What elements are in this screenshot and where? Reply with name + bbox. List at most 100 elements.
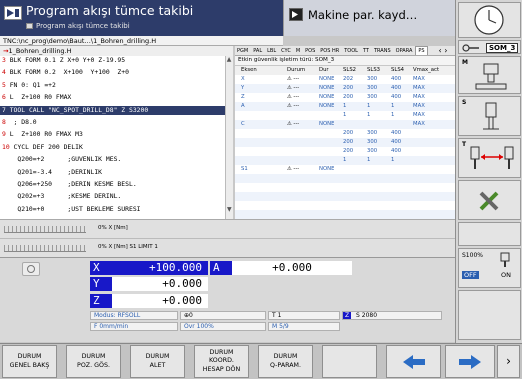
table-row[interactable] xyxy=(235,174,455,183)
table-header-row: Eksen Durum Dur SLS2 SLS3 SLS4 Vmax_act xyxy=(235,66,455,75)
table-row[interactable]: X ⚠ --- NONE 202 300 400 MAX xyxy=(235,75,455,84)
tab-nav-arrows-icon[interactable]: ‹ › xyxy=(432,46,454,56)
tab-ps[interactable]: PS xyxy=(415,46,428,55)
override-button[interactable]: S100% OFF ON xyxy=(458,248,521,288)
program-line[interactable]: 4 BLK FORM 0.2 X+100 Y+100 Z+0 xyxy=(0,68,232,77)
tab-opara[interactable]: OPARA xyxy=(394,47,415,55)
table-row[interactable]: 200 300 400 xyxy=(235,138,455,147)
tab-m[interactable]: M xyxy=(294,47,302,55)
tab-tt[interactable]: TT xyxy=(361,47,371,55)
tool-holder-icon xyxy=(483,102,499,130)
line-text: ; D8.0 xyxy=(5,118,37,126)
softkey-label-3: DURUM ALET xyxy=(145,353,170,369)
program-line[interactable]: 9 L Z+100 R0 FMAX M3 xyxy=(0,130,232,139)
softkey-forward[interactable] xyxy=(445,345,495,378)
program-line[interactable]: 3 BLK FORM 0.1 Z X+0 Y+0 Z-19.95 xyxy=(0,56,232,65)
t-label: T xyxy=(462,141,467,148)
mode-small-icon xyxy=(26,23,33,29)
s-function-button[interactable]: S xyxy=(458,96,521,136)
softkey-status-qparam[interactable]: DURUM Q-PARAM. xyxy=(258,345,313,378)
som-label: SOM_3 xyxy=(486,43,519,53)
table-cell: ⚠ --- xyxy=(287,103,300,109)
program-path: TNC:\nc_prog\demo\Baut…\1_Bohren_drillin… xyxy=(0,36,283,46)
tab-pgm[interactable]: PGM xyxy=(235,47,250,55)
table-cell: 400 xyxy=(391,85,402,91)
table-cell: ⚠ --- xyxy=(287,85,300,91)
s100-label: S100% xyxy=(462,252,483,259)
program-line[interactable]: 10 CYCL DEF 200 DELIK xyxy=(0,143,232,152)
softkey-status-overview[interactable]: DURUM GENEL BAKŞ xyxy=(2,345,57,378)
wrench-icon xyxy=(479,191,499,211)
override-status: Ovr 100% xyxy=(180,322,266,331)
tab-cyc[interactable]: CYC xyxy=(279,47,293,55)
table-cell: 1 xyxy=(391,157,395,163)
off-toggle[interactable]: OFF xyxy=(462,271,479,279)
table-cell: A xyxy=(241,103,245,109)
program-line[interactable]: 5 FN 0: Q1 =+2 xyxy=(0,81,232,90)
softkey-status-coord-transform[interactable]: DURUM KOORD. HESAP DÖN xyxy=(194,345,249,378)
softkey-next-row[interactable]: › xyxy=(497,345,520,378)
som-button[interactable]: SOM_3 xyxy=(458,40,521,54)
program-line[interactable]: 7 TOOL CALL "NC_SPOT_DRILL_D8" Z S3200 xyxy=(0,105,232,115)
program-line[interactable]: 8 ; D8.0 xyxy=(0,118,232,127)
program-scrollbar[interactable]: ▼ xyxy=(225,56,233,219)
tab-pal[interactable]: PAL xyxy=(251,47,264,55)
tab-pos-hr[interactable]: POS HR xyxy=(318,47,341,55)
tab-lbl[interactable]: LBL xyxy=(265,47,278,55)
table-row[interactable]: 1 1 1 xyxy=(235,156,455,165)
table-row[interactable]: 200 300 400 xyxy=(235,129,455,138)
table-row[interactable]: 1 1 1 MAX xyxy=(235,111,455,120)
program-line[interactable]: Q202=+3 ;KESME DERINL. xyxy=(0,192,232,201)
tab-tool[interactable]: TOOL xyxy=(342,47,360,55)
table-row[interactable]: A ⚠ --- NONE 1 1 1 MAX xyxy=(235,102,455,111)
program-line[interactable]: Q201=-3.4 ;DERINLIK xyxy=(0,168,232,177)
table-cell: 1 xyxy=(343,103,347,109)
table-row[interactable]: Y ⚠ --- NONE 200 300 400 MAX xyxy=(235,84,455,93)
machine-mode-header[interactable]: Makine par. kayd… xyxy=(283,0,455,36)
load-ruler-1 xyxy=(4,226,86,233)
m-function-button[interactable]: M xyxy=(458,56,521,94)
program-listing[interactable]: 3 BLK FORM 0.1 Z X+0 Y+0 Z-19.95 4 BLK FO… xyxy=(0,56,233,219)
line-text: Q210=+0 ;UST BEKLEME SURESI xyxy=(2,204,141,213)
program-line[interactable]: 6 L Z+100 R0 FMAX xyxy=(0,93,232,102)
table-cell: MAX xyxy=(413,94,425,100)
softkey-status-tool[interactable]: DURUM ALET xyxy=(130,345,185,378)
empty-softkey-1[interactable] xyxy=(458,222,521,246)
operating-mode-icon xyxy=(4,6,22,20)
t-function-button[interactable]: T xyxy=(458,138,521,178)
table-row[interactable]: Z ⚠ --- NONE 200 300 400 MAX xyxy=(235,93,455,102)
program-line[interactable]: Q210=+0 ;UST BEKLEME SURESI xyxy=(0,204,232,214)
softkey-empty[interactable] xyxy=(322,345,377,378)
table-row[interactable]: C ⚠ --- NONE MAX xyxy=(235,120,455,129)
table-cell: 200 xyxy=(343,94,354,100)
program-line[interactable]: Q206=+250 ;DERIN KESME BESL. xyxy=(0,180,232,189)
softkey-status-position[interactable]: DURUM POZ. GÖS. xyxy=(66,345,121,378)
tool-change-icon xyxy=(470,146,514,169)
refresh-icon xyxy=(27,265,35,273)
table-row[interactable] xyxy=(235,201,455,210)
clock-button[interactable] xyxy=(458,2,521,38)
on-toggle[interactable]: ON xyxy=(501,271,511,279)
table-cell: 1 xyxy=(367,112,371,118)
scroll-up-icon[interactable]: ▲ xyxy=(225,56,233,66)
table-row[interactable] xyxy=(235,192,455,201)
tools-button[interactable] xyxy=(458,180,521,220)
m-status: M 5/9 xyxy=(268,322,340,331)
table-cell: ⚠ --- xyxy=(287,76,300,82)
softkey-label-4: DURUM KOORD. HESAP DÖN xyxy=(202,348,241,373)
spindle-override-icon xyxy=(500,252,510,267)
table-row[interactable] xyxy=(235,183,455,192)
table-cell: NONE xyxy=(319,103,335,109)
table-row[interactable]: 200 300 400 xyxy=(235,147,455,156)
axis-value-a: +0.000 xyxy=(232,261,352,275)
table-cell: 300 xyxy=(367,139,378,145)
program-line[interactable]: Q200=+2 ;GUVENLIK MES. xyxy=(0,155,232,164)
table-row[interactable]: S1 ⚠ --- NONE xyxy=(235,165,455,174)
tab-trans[interactable]: TRANS xyxy=(372,47,393,55)
table-cell: MAX xyxy=(413,85,425,91)
table-row[interactable] xyxy=(235,210,455,219)
softkey-back[interactable] xyxy=(386,345,441,378)
position-mode-button[interactable] xyxy=(22,262,40,276)
tab-pos[interactable]: POS xyxy=(303,47,317,55)
empty-softkey-2[interactable] xyxy=(458,290,521,340)
